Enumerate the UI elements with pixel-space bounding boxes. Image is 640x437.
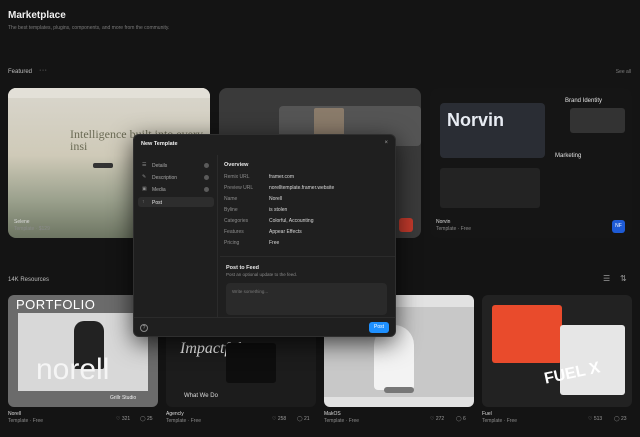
status-dot: [204, 175, 209, 180]
preview-image: [226, 343, 276, 383]
preview-navbar: [8, 88, 210, 98]
nav-item-media[interactable]: ▣ Media: [138, 184, 214, 194]
card-meta: Template · Free: [482, 418, 518, 424]
likes-count: ♡ 272: [430, 416, 445, 422]
card-meta: Template · $129: [14, 226, 50, 232]
card-title: Fuel: [482, 411, 492, 417]
card-meta: Template · Free: [8, 418, 44, 424]
resource-card-fuel[interactable]: FUEL X: [482, 295, 632, 407]
filter-icon[interactable]: ☰: [603, 274, 610, 283]
dialog-sidebar: ☰ Details ✎ Description ▣ Media ↑ Post: [134, 155, 218, 317]
preview-panel: [492, 305, 562, 363]
nav-item-description[interactable]: ✎ Description: [138, 172, 214, 182]
preview-image: [314, 108, 344, 136]
sort-icon[interactable]: ⇅: [620, 274, 627, 283]
post-to-feed-subtitle: Post an optional update to the feed.: [226, 272, 298, 277]
status-dot: [204, 187, 209, 192]
creator-badge: NF: [612, 220, 625, 233]
more-options-icon[interactable]: ···: [39, 67, 48, 74]
preview-heading: Norvin: [447, 110, 505, 130]
featured-card-norvin[interactable]: Norvin Brand Identity Marketing Norvin T…: [430, 88, 632, 238]
close-icon[interactable]: ×: [384, 140, 388, 146]
nav-item-details[interactable]: ☰ Details: [138, 160, 214, 170]
see-all-link[interactable]: See all: [616, 69, 631, 75]
overview-title: Overview: [224, 162, 249, 168]
nav-label: Media: [152, 186, 166, 193]
image-icon: ▣: [142, 186, 147, 192]
comments-count: ◯ 21: [297, 416, 310, 422]
featured-label: Featured: [8, 69, 33, 75]
resources-label: 14K Resources: [8, 277, 50, 283]
card-title: Agencly: [166, 411, 184, 417]
card-title: Selene: [14, 219, 30, 225]
divider: [134, 317, 395, 318]
page-title: Marketplace: [8, 10, 66, 21]
status-dot: [204, 163, 209, 168]
dialog-title: New Template: [141, 141, 178, 147]
preview-sub: What We Do: [184, 393, 218, 399]
nav-label: Post: [152, 199, 163, 206]
comments-count: ◯ 6: [456, 416, 466, 422]
post-button[interactable]: Post: [369, 322, 389, 333]
preview-brand: norell: [36, 353, 110, 386]
likes-count: ♡ 258: [272, 416, 287, 422]
card-meta: Template · Free: [436, 226, 472, 232]
nav-label: Details: [152, 162, 168, 169]
comments-count: ◯ 23: [614, 416, 627, 422]
preview-heading: PORTFOLIO: [16, 297, 96, 312]
nav-item-post[interactable]: ↑ Post: [138, 197, 214, 207]
likes-count: ♡ 321: [116, 416, 131, 422]
preview-image: [570, 108, 625, 133]
pencil-icon: ✎: [142, 174, 147, 180]
likes-count: ♡ 513: [588, 416, 603, 422]
arrow-up-icon: ↑: [142, 199, 145, 205]
card-title: Norell: [8, 411, 22, 417]
preview-panel: [440, 168, 540, 208]
preview-dock: [384, 387, 414, 393]
post-textarea[interactable]: Write something...: [226, 283, 387, 315]
list-icon: ☰: [142, 162, 147, 168]
card-title: MakOS: [324, 411, 341, 417]
preview-marketing: Marketing: [555, 153, 582, 159]
card-meta: Template · Free: [324, 418, 360, 424]
nav-label: Description: [152, 174, 178, 181]
post-to-feed-title: Post to Feed: [226, 265, 260, 271]
page-subtitle: The best templates, plugins, components,…: [8, 25, 170, 31]
overview-section: Overview Remix URL framer.com Preview URL…: [224, 162, 390, 246]
card-title: Norvin: [436, 219, 451, 225]
new-template-dialog: New Template × ☰ Details ✎ Description ▣…: [133, 134, 396, 337]
preview-button: [93, 163, 113, 168]
divider: [220, 256, 395, 257]
preview-brand: Brand Identity: [565, 98, 603, 104]
preview-studio: Grillr Studio: [110, 395, 137, 401]
help-icon[interactable]: ?: [140, 324, 148, 332]
creator-badge: [399, 218, 413, 232]
comments-count: ◯ 25: [140, 416, 153, 422]
card-meta: Template · Free: [166, 418, 202, 424]
